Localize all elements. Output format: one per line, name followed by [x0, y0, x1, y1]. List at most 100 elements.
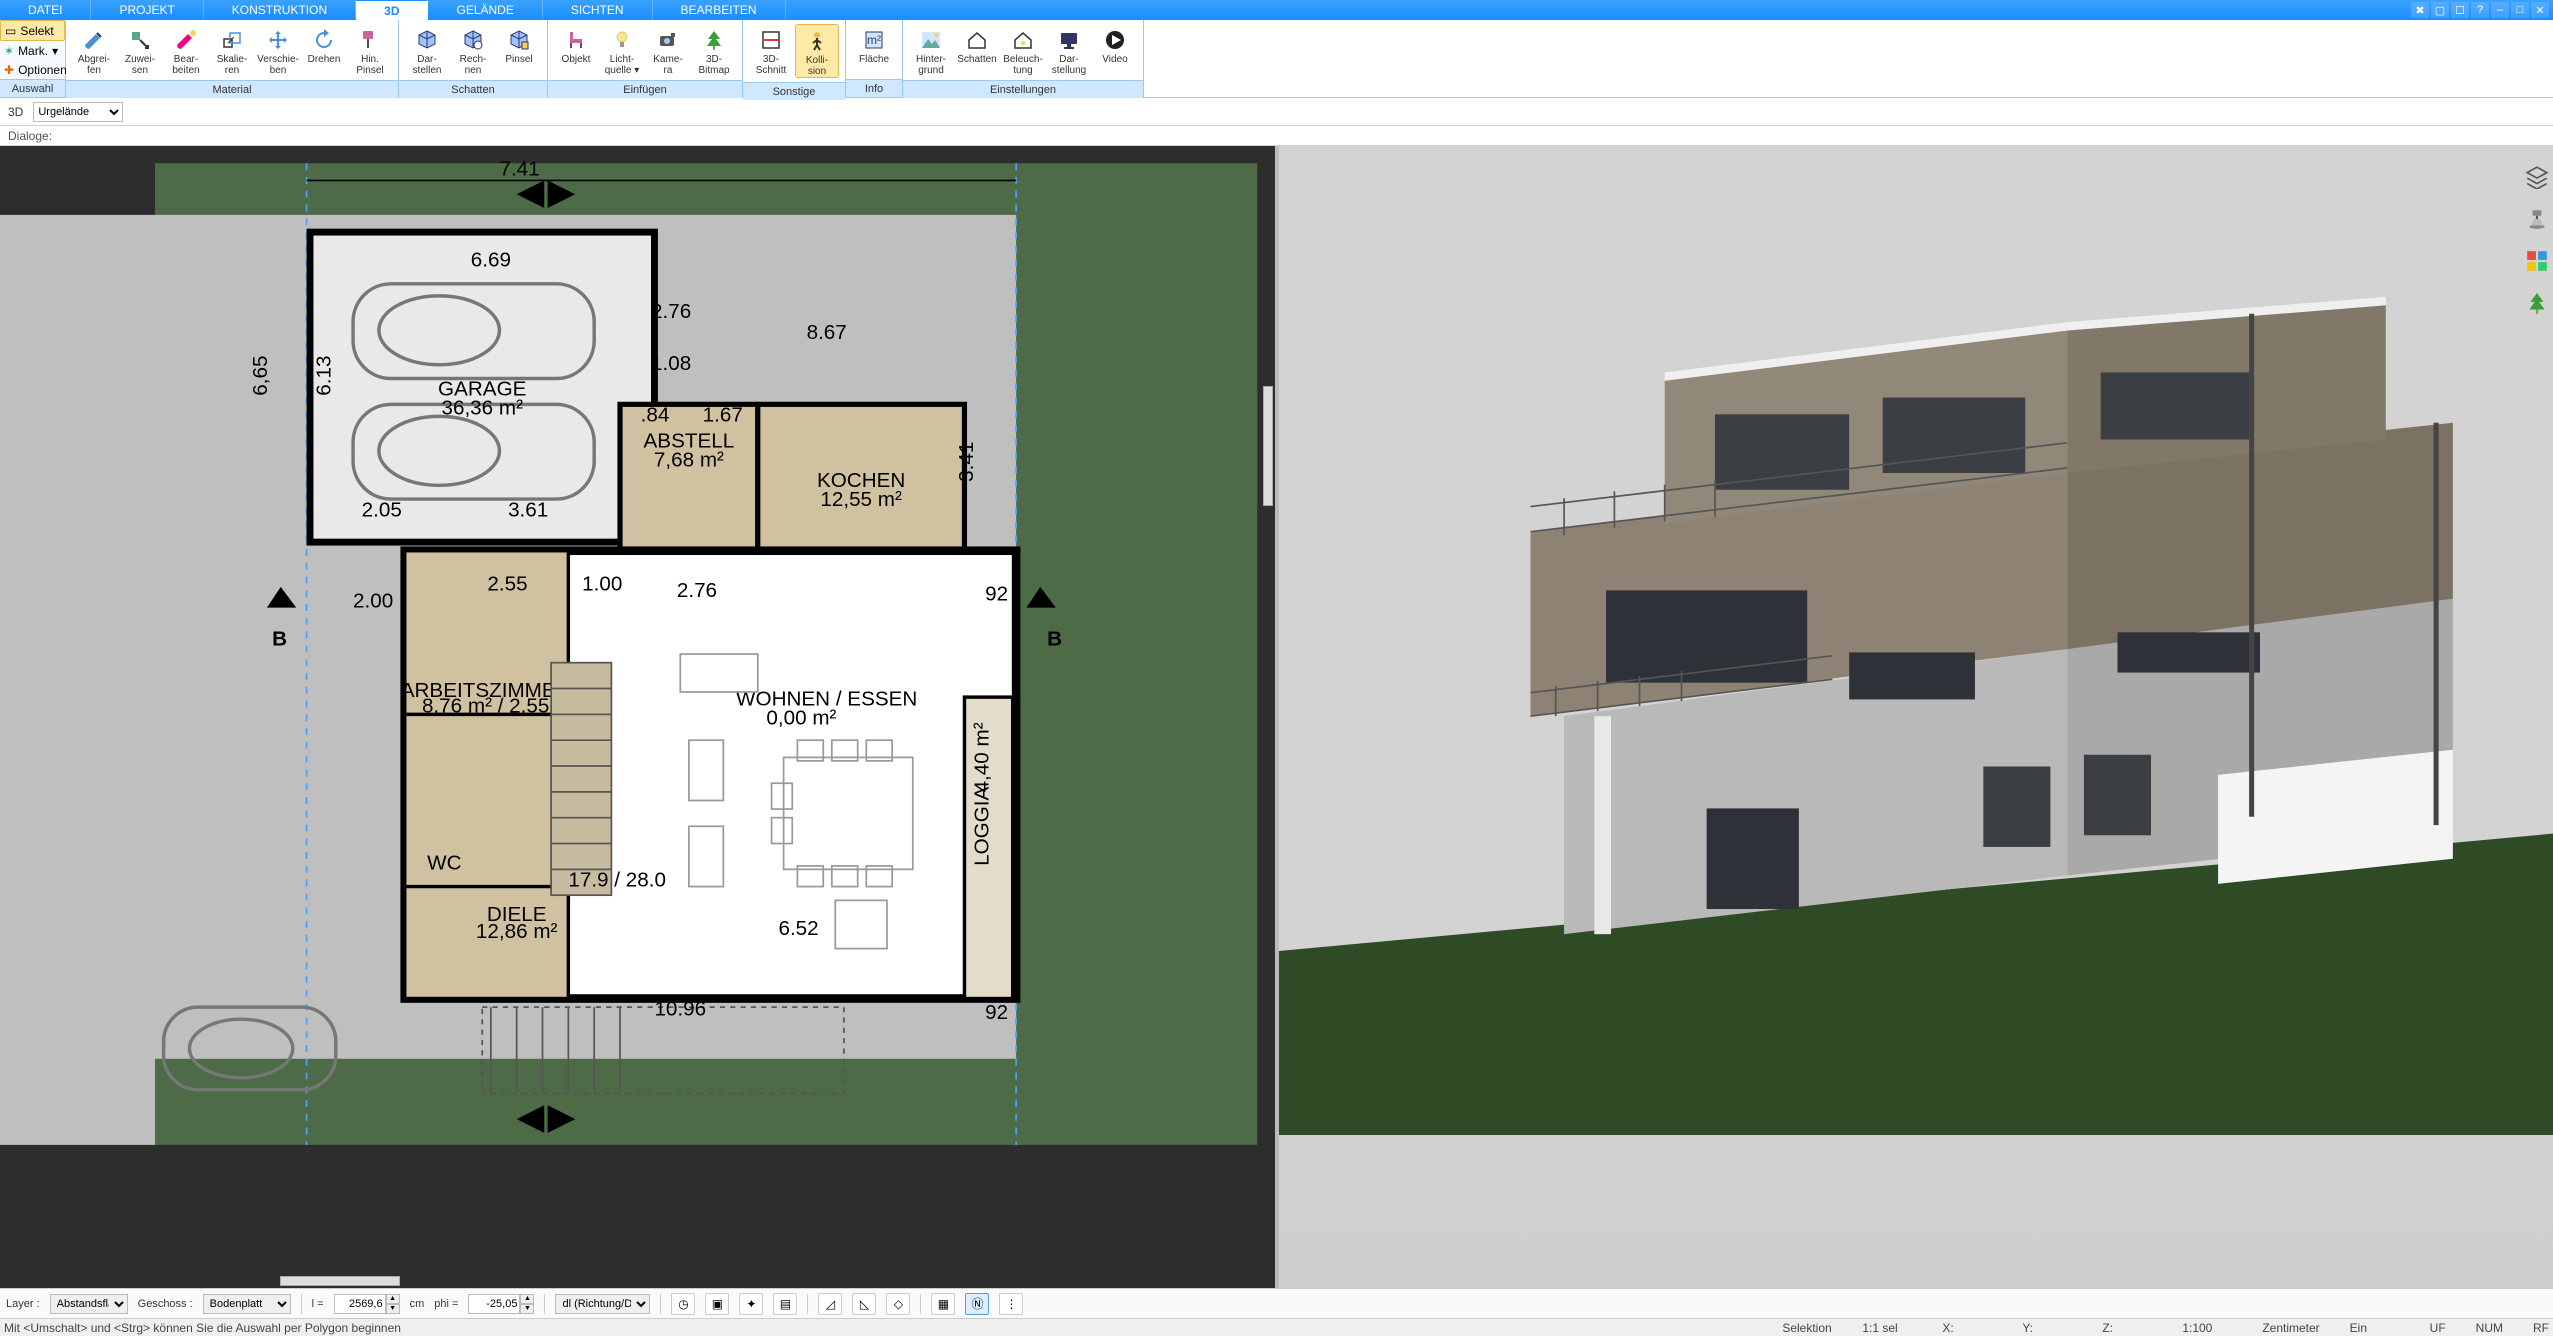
phi-spinner[interactable]: ▲▼ — [468, 1294, 534, 1314]
svg-text:2.55: 2.55 — [487, 572, 527, 595]
plus-icon: ✚ — [4, 63, 14, 77]
darstellung-button[interactable]: Dar- stellung — [1047, 24, 1091, 76]
right-tool-strip — [2523, 165, 2551, 315]
lamp-icon[interactable] — [2525, 207, 2549, 231]
optionen-button[interactable]: ✚ Optionen — [0, 60, 65, 79]
tool-4-icon[interactable]: ▤ — [773, 1293, 797, 1315]
geschoss-select[interactable]: Bodenplatt — [203, 1294, 291, 1314]
beleuchtung-button[interactable]: Beleuch- tung — [1001, 24, 1045, 76]
snap-2-icon[interactable]: ◺ — [852, 1293, 876, 1315]
svg-text:WC: WC — [427, 851, 461, 874]
menu-tabs: DATEIPROJEKTKONSTRUKTION3DGELÄNDESICHTEN… — [0, 0, 2553, 20]
l-input[interactable] — [334, 1294, 386, 1314]
snap-3-icon[interactable]: ◇ — [886, 1293, 910, 1315]
plan-horizontal-scrollbar[interactable] — [280, 1276, 400, 1286]
camera-icon — [657, 26, 679, 54]
palette-icon[interactable] — [2525, 249, 2549, 273]
grid-icon[interactable]: ▦ — [931, 1293, 955, 1315]
status-selektion: Selektion — [1782, 1321, 1832, 1335]
l-down[interactable]: ▼ — [386, 1304, 400, 1314]
ribbon-auswahl-group: ▭ Selekt ✶ Mark. ▾ ✚ Optionen Auswahl — [0, 20, 66, 97]
menu-tab-bearbeiten[interactable]: BEARBEITEN — [653, 0, 786, 20]
terrain-select[interactable]: Urgelände — [33, 102, 123, 122]
drehen-button[interactable]: Drehen — [302, 24, 346, 76]
schatten-button[interactable]: Schatten — [955, 24, 999, 76]
layers-icon[interactable] — [2525, 165, 2549, 189]
beleuchtung-label: Beleuch- tung — [1003, 54, 1042, 76]
mountain-icon — [920, 26, 942, 54]
plan-2d-viewport[interactable]: 7.41 6.69 GARAGE 36,36 m² 2.05 3.61 ABST… — [0, 146, 1279, 1288]
tool-3-icon[interactable]: ✦ — [739, 1293, 763, 1315]
svg-text:B: B — [272, 627, 287, 650]
window-icon[interactable]: ▢ — [2431, 2, 2449, 18]
maximize-icon[interactable]: □ — [2511, 2, 2529, 18]
zuweisen-button[interactable]: Zuwei- sen — [118, 24, 162, 76]
tools-icon[interactable]: ✖ — [2411, 2, 2429, 18]
view-3d-viewport[interactable] — [1279, 146, 2553, 1288]
select-label: Selekt — [20, 24, 53, 38]
bearbeiten-label: Bear- beiten — [172, 54, 199, 76]
darstellen-button[interactable]: Dar- stellen — [405, 24, 449, 76]
hintergrund-button[interactable]: Hinter- grund — [909, 24, 953, 76]
status-z: Z: — [2102, 1321, 2152, 1335]
copy-icon[interactable]: ☐ — [2451, 2, 2469, 18]
flaeche-button[interactable]: Fläche — [852, 24, 896, 75]
l-spinner[interactable]: ▲▼ — [334, 1294, 400, 1314]
kamera-label: Kame- ra — [653, 54, 682, 76]
rechnen-button[interactable]: Rech- nen — [451, 24, 495, 76]
phi-up[interactable]: ▲ — [520, 1294, 534, 1304]
cut-icon — [760, 26, 782, 54]
floor-plan: 7.41 6.69 GARAGE 36,36 m² 2.05 3.61 ABST… — [0, 146, 1274, 1162]
kamera-button[interactable]: Kame- ra — [646, 24, 690, 76]
drehen-label: Drehen — [308, 54, 341, 65]
help-icon[interactable]: ? — [2471, 2, 2489, 18]
verschieben-button[interactable]: Verschie- ben — [256, 24, 300, 76]
svg-text:4,40 m²: 4,40 m² — [971, 722, 994, 792]
abgreifen-button[interactable]: Abgrei- fen — [72, 24, 116, 76]
optionen-label: Optionen — [18, 63, 67, 77]
snap-1-icon[interactable]: ◿ — [818, 1293, 842, 1315]
abgreifen-label: Abgrei- fen — [78, 54, 110, 76]
objekt-label: Objekt — [562, 54, 591, 65]
layer-select[interactable]: Abstandsflä — [50, 1294, 128, 1314]
cube-icon — [416, 26, 438, 54]
rotate-icon — [313, 26, 335, 54]
direction-select[interactable]: dl (Richtung/Di — [555, 1294, 650, 1314]
menu-tab-datei[interactable]: DATEI — [0, 0, 91, 20]
menu-tab-3d[interactable]: 3D — [356, 0, 428, 20]
kollision-button[interactable]: Kolli- sion — [795, 24, 839, 78]
lichtquelle-button[interactable]: Licht- quelle ▾ — [600, 24, 644, 76]
phi-down[interactable]: ▼ — [520, 1304, 534, 1314]
video-label: Video — [1102, 54, 1127, 65]
objekt-button[interactable]: Objekt — [554, 24, 598, 76]
video-button[interactable]: Video — [1093, 24, 1137, 76]
pinsel-label: Pinsel — [505, 54, 532, 65]
plan-vertical-scrollbar[interactable] — [1263, 386, 1273, 506]
bearbeiten-button[interactable]: Bear- beiten — [164, 24, 208, 76]
hinpinsel-button[interactable]: Hin. Pinsel — [348, 24, 392, 76]
mark-mode-button[interactable]: ✶ Mark. ▾ — [0, 41, 65, 60]
schnitt3d-button[interactable]: 3D- Schnitt — [749, 24, 793, 78]
menu-tab-sichten[interactable]: SICHTEN — [543, 0, 653, 20]
tool-2-icon[interactable]: ▣ — [705, 1293, 729, 1315]
svg-text:2.00: 2.00 — [353, 590, 393, 613]
ribbon-group-sonstige: 3D- SchnittKolli- sionSonstige — [743, 20, 846, 97]
menu-tab-konstruktion[interactable]: KONSTRUKTION — [204, 0, 356, 20]
bitmap3d-label: 3D- Bitmap — [698, 54, 729, 76]
l-up[interactable]: ▲ — [386, 1294, 400, 1304]
minimize-icon[interactable]: – — [2491, 2, 2509, 18]
north-icon[interactable]: Ⓝ — [965, 1293, 989, 1315]
clock-icon[interactable]: ◷ — [671, 1293, 695, 1315]
tree-icon — [703, 26, 725, 54]
close-icon[interactable]: ✕ — [2531, 2, 2549, 18]
phi-input[interactable] — [468, 1294, 520, 1314]
menu-tab-projekt[interactable]: PROJEKT — [91, 0, 203, 20]
select-mode-button[interactable]: ▭ Selekt — [0, 20, 65, 41]
tree-icon[interactable] — [2525, 291, 2549, 315]
skalieren-button[interactable]: Skalie- ren — [210, 24, 254, 76]
bitmap3d-button[interactable]: 3D- Bitmap — [692, 24, 736, 76]
hinpinsel-label: Hin. Pinsel — [356, 54, 383, 76]
menu-tab-gelände[interactable]: GELÄNDE — [428, 0, 542, 20]
pinsel-button[interactable]: Pinsel — [497, 24, 541, 76]
more-icon[interactable]: ⋮ — [999, 1293, 1023, 1315]
